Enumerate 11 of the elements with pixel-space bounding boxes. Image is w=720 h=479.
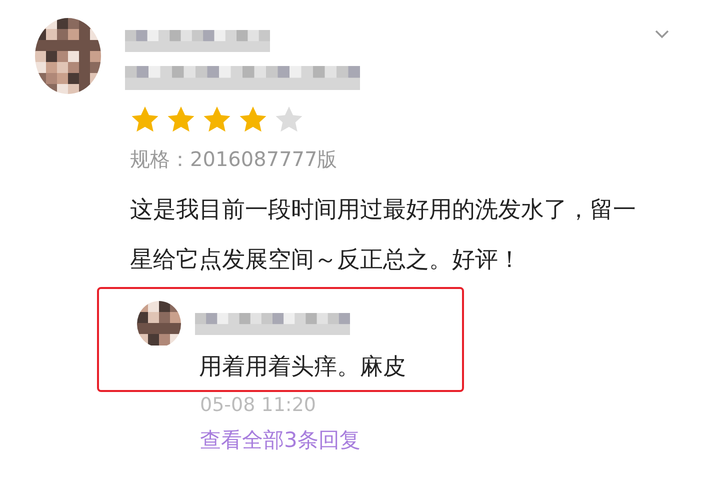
reply-text: 用着用着头痒。麻皮 bbox=[199, 353, 407, 382]
reply-time: 05-08 11:20 bbox=[200, 394, 318, 416]
star-icon bbox=[202, 104, 232, 134]
star-icon bbox=[130, 104, 160, 134]
chevron-down-icon[interactable] bbox=[654, 28, 670, 40]
spec-label: 规格：2016087777版 bbox=[130, 146, 338, 173]
star-icon bbox=[166, 104, 196, 134]
view-all-replies-link[interactable]: 查看全部3条回复 bbox=[200, 426, 360, 454]
star-icon bbox=[238, 104, 268, 134]
star-icon bbox=[274, 104, 304, 134]
review-text: 这是我目前一段时间用过最好用的洗发水了，留一星给它点发展空间～反正总之。好评！ bbox=[130, 196, 637, 275]
